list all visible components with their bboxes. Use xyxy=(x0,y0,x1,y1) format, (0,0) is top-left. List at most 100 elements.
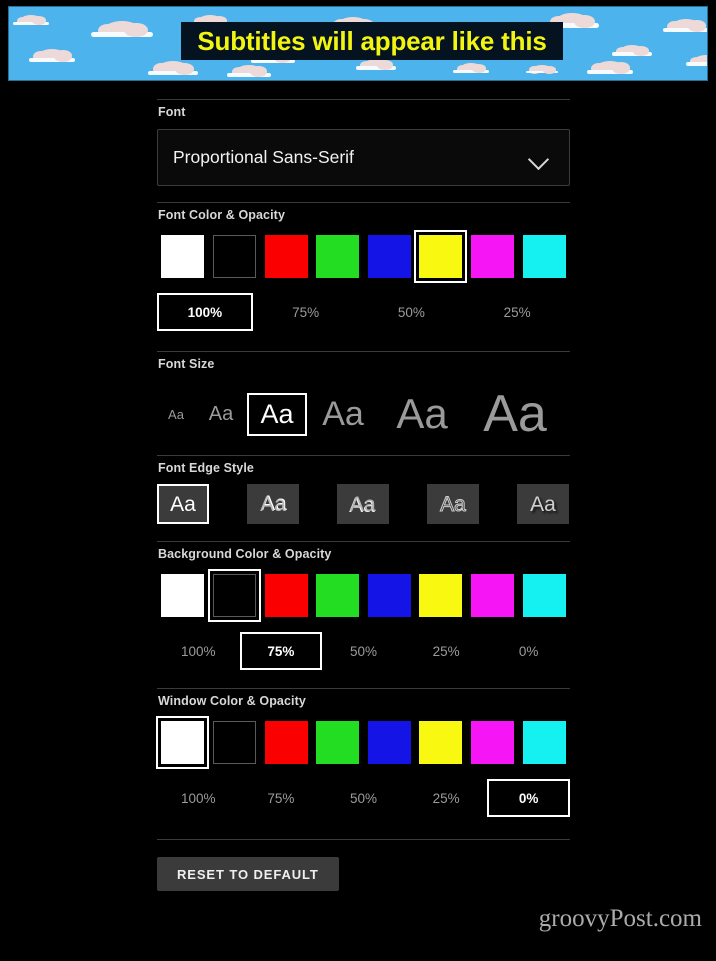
font-edge-style-option-depressed[interactable]: Aa xyxy=(337,484,389,524)
font-color-opacity-50[interactable]: 50% xyxy=(359,293,465,331)
font-size-option-3[interactable]: Aa xyxy=(247,392,307,436)
cloud-icon xyxy=(686,55,707,66)
window-color-opacity-100[interactable]: 100% xyxy=(157,779,240,817)
background-color-opacity-100[interactable]: 100% xyxy=(157,632,240,670)
font-color-swatch-magenta[interactable] xyxy=(467,233,519,279)
background-color-swatch-cyan[interactable] xyxy=(518,572,570,618)
section-label-font-size: Font Size xyxy=(158,357,215,371)
window-color-swatch-blue[interactable] xyxy=(364,719,416,765)
font-color-swatch-cyan[interactable] xyxy=(518,233,570,279)
window-color-swatch-red[interactable] xyxy=(260,719,312,765)
background-color-opacity-25[interactable]: 25% xyxy=(405,632,488,670)
cloud-icon xyxy=(586,61,634,74)
font-color-opacity-100[interactable]: 100% xyxy=(157,293,253,331)
font-color-opacity-75[interactable]: 75% xyxy=(253,293,359,331)
window-color-opacity-0[interactable]: 0% xyxy=(487,779,570,817)
window-color-swatch-yellow[interactable] xyxy=(415,719,467,765)
color-chip xyxy=(522,720,566,764)
color-chip xyxy=(161,573,205,617)
opacity-label: 50% xyxy=(349,643,377,659)
background-color-swatch-green[interactable] xyxy=(312,572,364,618)
font-edge-style-option-outline[interactable]: Aa xyxy=(427,484,479,524)
color-chip xyxy=(522,573,566,617)
font-size-option-4[interactable]: Aa xyxy=(307,389,379,439)
opacity-label: 50% xyxy=(397,304,425,320)
subtitle-preview-area: Subtitles will appear like this xyxy=(8,6,708,81)
captions-settings-screen: Subtitles will appear like this Font Pro… xyxy=(0,0,716,961)
background-color-swatch-white[interactable] xyxy=(157,572,209,618)
font-dropdown[interactable]: Proportional Sans-Serif xyxy=(157,129,570,186)
section-font: Font Proportional Sans-Serif xyxy=(157,90,570,186)
window-color-swatch-magenta[interactable] xyxy=(467,719,519,765)
font-color-swatch-blue[interactable] xyxy=(364,233,416,279)
background-color-opacity-row: 100% 75% 50% 25% 0% xyxy=(157,632,570,670)
color-chip xyxy=(367,234,411,278)
color-chip xyxy=(471,234,515,278)
opacity-label: 100% xyxy=(187,304,223,320)
background-color-opacity-50[interactable]: 50% xyxy=(322,632,405,670)
background-color-opacity-75[interactable]: 75% xyxy=(239,632,323,670)
cloud-icon xyxy=(356,59,396,70)
background-color-swatch-row xyxy=(157,572,570,618)
opacity-label: 75% xyxy=(267,643,295,659)
font-color-swatch-yellow[interactable] xyxy=(415,233,467,279)
cloud-icon xyxy=(227,65,271,77)
font-color-swatch-green[interactable] xyxy=(312,233,364,279)
opacity-label: 0% xyxy=(518,790,539,806)
edge-style-sample: Aa xyxy=(440,492,467,516)
opacity-label: 100% xyxy=(181,790,216,806)
font-size-option-6[interactable]: Aa xyxy=(465,380,565,448)
font-color-swatch-red[interactable] xyxy=(260,233,312,279)
background-color-swatch-black[interactable] xyxy=(209,572,261,618)
font-size-option-1[interactable]: Aa xyxy=(157,400,195,429)
background-color-opacity-0[interactable]: 0% xyxy=(487,632,570,670)
cloud-icon xyxy=(612,45,652,56)
color-chip xyxy=(212,234,256,278)
opacity-label: 0% xyxy=(518,643,539,659)
opacity-label: 100% xyxy=(181,643,216,659)
color-chip xyxy=(212,573,256,617)
window-color-opacity-75[interactable]: 75% xyxy=(240,779,323,817)
font-color-swatch-white[interactable] xyxy=(157,233,209,279)
cloud-icon xyxy=(28,49,76,62)
color-chip xyxy=(316,573,360,617)
reset-button-wrap: RESET TO DEFAULT xyxy=(157,857,570,891)
opacity-label: 25% xyxy=(432,790,460,806)
edge-style-sample: Aa xyxy=(260,492,286,516)
cloud-icon xyxy=(662,19,707,32)
settings-panel: Font Proportional Sans-Serif Font Color … xyxy=(157,90,570,891)
section-window-color: Window Color & Opacity 100% 75% 50% 25% 0% xyxy=(157,670,570,817)
window-color-swatch-cyan[interactable] xyxy=(518,719,570,765)
section-reset: RESET TO DEFAULT xyxy=(157,817,570,891)
window-color-swatch-green[interactable] xyxy=(312,719,364,765)
section-label-font: Font xyxy=(158,105,186,119)
window-color-swatch-row xyxy=(157,719,570,765)
font-size-row: Aa Aa Aa Aa Aa Aa xyxy=(157,375,570,453)
font-edge-style-option-none[interactable]: Aa xyxy=(157,484,209,524)
cloud-icon xyxy=(525,65,559,74)
window-color-opacity-50[interactable]: 50% xyxy=(322,779,405,817)
cloud-icon xyxy=(91,21,153,38)
background-color-swatch-yellow[interactable] xyxy=(415,572,467,618)
font-size-sample: Aa xyxy=(208,403,234,425)
color-chip xyxy=(419,720,463,764)
font-size-option-5[interactable]: Aa xyxy=(379,385,465,443)
background-color-swatch-red[interactable] xyxy=(260,572,312,618)
color-chip xyxy=(264,573,308,617)
font-edge-style-option-raised[interactable]: Aa xyxy=(247,484,299,524)
window-color-swatch-black[interactable] xyxy=(209,719,261,765)
window-color-swatch-white[interactable] xyxy=(157,719,209,765)
background-color-swatch-magenta[interactable] xyxy=(467,572,519,618)
section-label-background-color: Background Color & Opacity xyxy=(158,547,332,561)
font-size-sample: Aa xyxy=(168,406,184,422)
font-edge-style-option-shadow[interactable]: Aa xyxy=(517,484,569,524)
reset-to-default-button[interactable]: RESET TO DEFAULT xyxy=(157,857,339,891)
font-size-option-2[interactable]: Aa xyxy=(195,396,247,432)
color-chip xyxy=(212,720,256,764)
font-color-opacity-25[interactable]: 25% xyxy=(464,293,570,331)
background-color-swatch-blue[interactable] xyxy=(364,572,416,618)
font-color-swatch-black[interactable] xyxy=(209,233,261,279)
window-color-opacity-row: 100% 75% 50% 25% 0% xyxy=(157,779,570,817)
window-color-opacity-25[interactable]: 25% xyxy=(405,779,488,817)
opacity-label: 75% xyxy=(267,790,295,806)
